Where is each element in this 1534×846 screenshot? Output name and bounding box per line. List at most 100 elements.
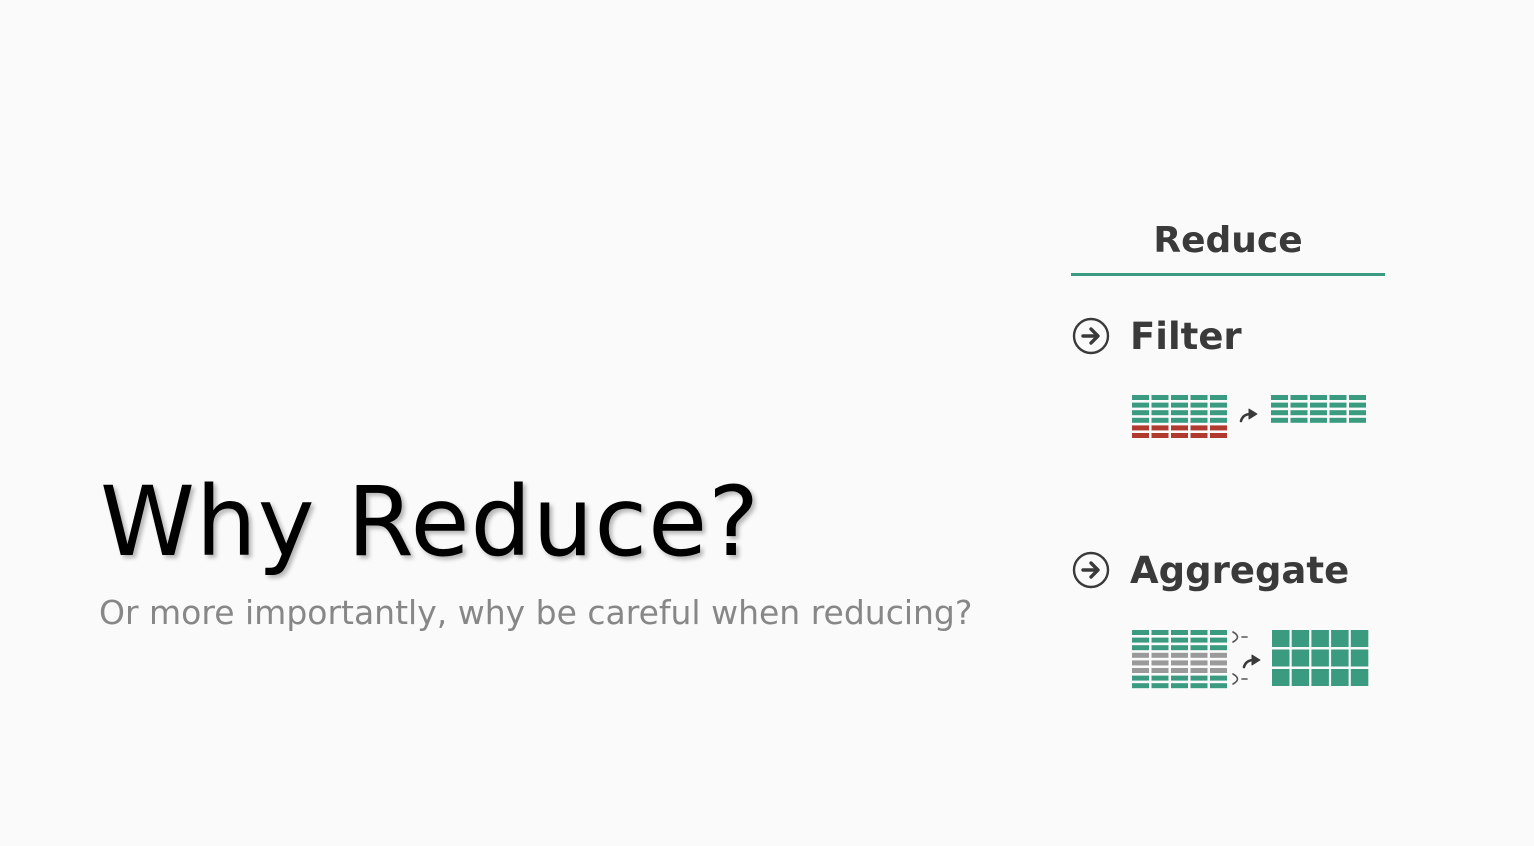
table-cell <box>1132 660 1149 666</box>
bent-arrow-icon <box>1251 654 1261 666</box>
table-cell <box>1171 668 1188 673</box>
table-cell <box>1331 669 1349 686</box>
table-cell <box>1329 395 1347 400</box>
table-cell <box>1151 433 1169 438</box>
table-cell <box>1171 645 1188 651</box>
table-cell <box>1291 630 1310 647</box>
table-cell <box>1210 433 1227 438</box>
table-cell <box>1190 433 1208 438</box>
table-cell <box>1132 630 1149 635</box>
table-cell <box>1310 410 1327 416</box>
slide-title: Why Reduce? <box>100 466 761 578</box>
bent-arrow-icon <box>1248 408 1258 420</box>
table-cell <box>1210 410 1227 416</box>
table-cell <box>1190 402 1208 408</box>
table-cell <box>1331 630 1349 647</box>
table-cell <box>1310 417 1327 423</box>
table-cell <box>1132 645 1149 651</box>
table-cell <box>1272 649 1290 667</box>
slide: Why Reduce? Or more importantly, why be … <box>0 0 1534 846</box>
group-bracket <box>1232 673 1248 685</box>
table-cell <box>1171 652 1188 658</box>
filter-label: Filter <box>1130 315 1242 358</box>
table-cell <box>1290 410 1308 416</box>
table-cell <box>1151 637 1169 643</box>
table-cell <box>1132 410 1149 416</box>
table-cell <box>1290 395 1308 400</box>
circle-arrow-right-icon <box>1072 317 1110 355</box>
table-cell <box>1311 669 1329 686</box>
table-cell <box>1171 425 1188 431</box>
table-cell <box>1190 410 1208 416</box>
table-cell <box>1210 675 1227 681</box>
table-cell <box>1349 395 1366 400</box>
table-cell <box>1132 395 1149 400</box>
table-cell <box>1151 410 1169 416</box>
panel-heading: Reduce <box>1153 220 1303 261</box>
table-cell <box>1132 417 1149 423</box>
table-cell <box>1271 395 1288 400</box>
table-cell <box>1349 402 1366 408</box>
table-cell <box>1132 402 1149 408</box>
table-cell <box>1271 410 1288 416</box>
table-cell <box>1291 669 1310 686</box>
filter-glyph <box>1132 395 1366 438</box>
table-cell <box>1350 649 1369 667</box>
table-cell <box>1132 425 1149 431</box>
table-cell <box>1210 425 1227 431</box>
table-cell <box>1171 683 1188 689</box>
table-cell <box>1151 630 1169 635</box>
aggregate-glyph <box>1132 630 1369 689</box>
table-cell <box>1151 683 1169 689</box>
table-cell <box>1210 417 1227 423</box>
table-cell <box>1132 637 1149 643</box>
table-cell <box>1210 660 1227 666</box>
table-cell <box>1190 675 1208 681</box>
slide-subtitle: Or more importantly, why be careful when… <box>99 593 973 632</box>
table-cell <box>1210 683 1227 689</box>
table-cell <box>1349 410 1366 416</box>
table-cell <box>1350 630 1369 647</box>
panel-divider <box>1071 273 1385 276</box>
table-cell <box>1350 669 1369 686</box>
table-cell <box>1210 630 1227 635</box>
table-cell <box>1210 637 1227 643</box>
table-cell <box>1329 417 1347 423</box>
table-cell <box>1151 660 1169 666</box>
table-cell <box>1171 637 1188 643</box>
table-cell <box>1132 652 1149 658</box>
table-cell <box>1190 668 1208 673</box>
table-cell <box>1311 649 1329 667</box>
table-cell <box>1151 652 1169 658</box>
table-cell <box>1210 652 1227 658</box>
table-cell <box>1190 637 1208 643</box>
table-cell <box>1310 395 1327 400</box>
aggregate-label: Aggregate <box>1130 549 1350 592</box>
table-cell <box>1190 417 1208 423</box>
group-bracket <box>1232 631 1248 643</box>
table-cell <box>1151 668 1169 673</box>
table-cell <box>1190 395 1208 400</box>
table-cell <box>1151 417 1169 423</box>
table-cell <box>1329 402 1347 408</box>
table-cell <box>1151 675 1169 681</box>
table-cell <box>1210 395 1227 400</box>
table-cell <box>1132 683 1149 689</box>
table-cell <box>1171 660 1188 666</box>
table-cell <box>1171 675 1188 681</box>
table-cell <box>1271 402 1288 408</box>
table-cell <box>1272 630 1290 647</box>
table-cell <box>1290 417 1308 423</box>
table-cell <box>1171 402 1188 408</box>
table-cell <box>1331 649 1349 667</box>
table-cell <box>1190 652 1208 658</box>
table-cell <box>1291 649 1310 667</box>
table-cell <box>1272 669 1290 686</box>
table-cell <box>1349 417 1366 423</box>
table-cell <box>1171 417 1188 423</box>
table-cell <box>1151 395 1169 400</box>
table-cell <box>1171 410 1188 416</box>
table-cell <box>1132 668 1149 673</box>
table-cell <box>1171 630 1188 635</box>
table-cell <box>1329 410 1347 416</box>
